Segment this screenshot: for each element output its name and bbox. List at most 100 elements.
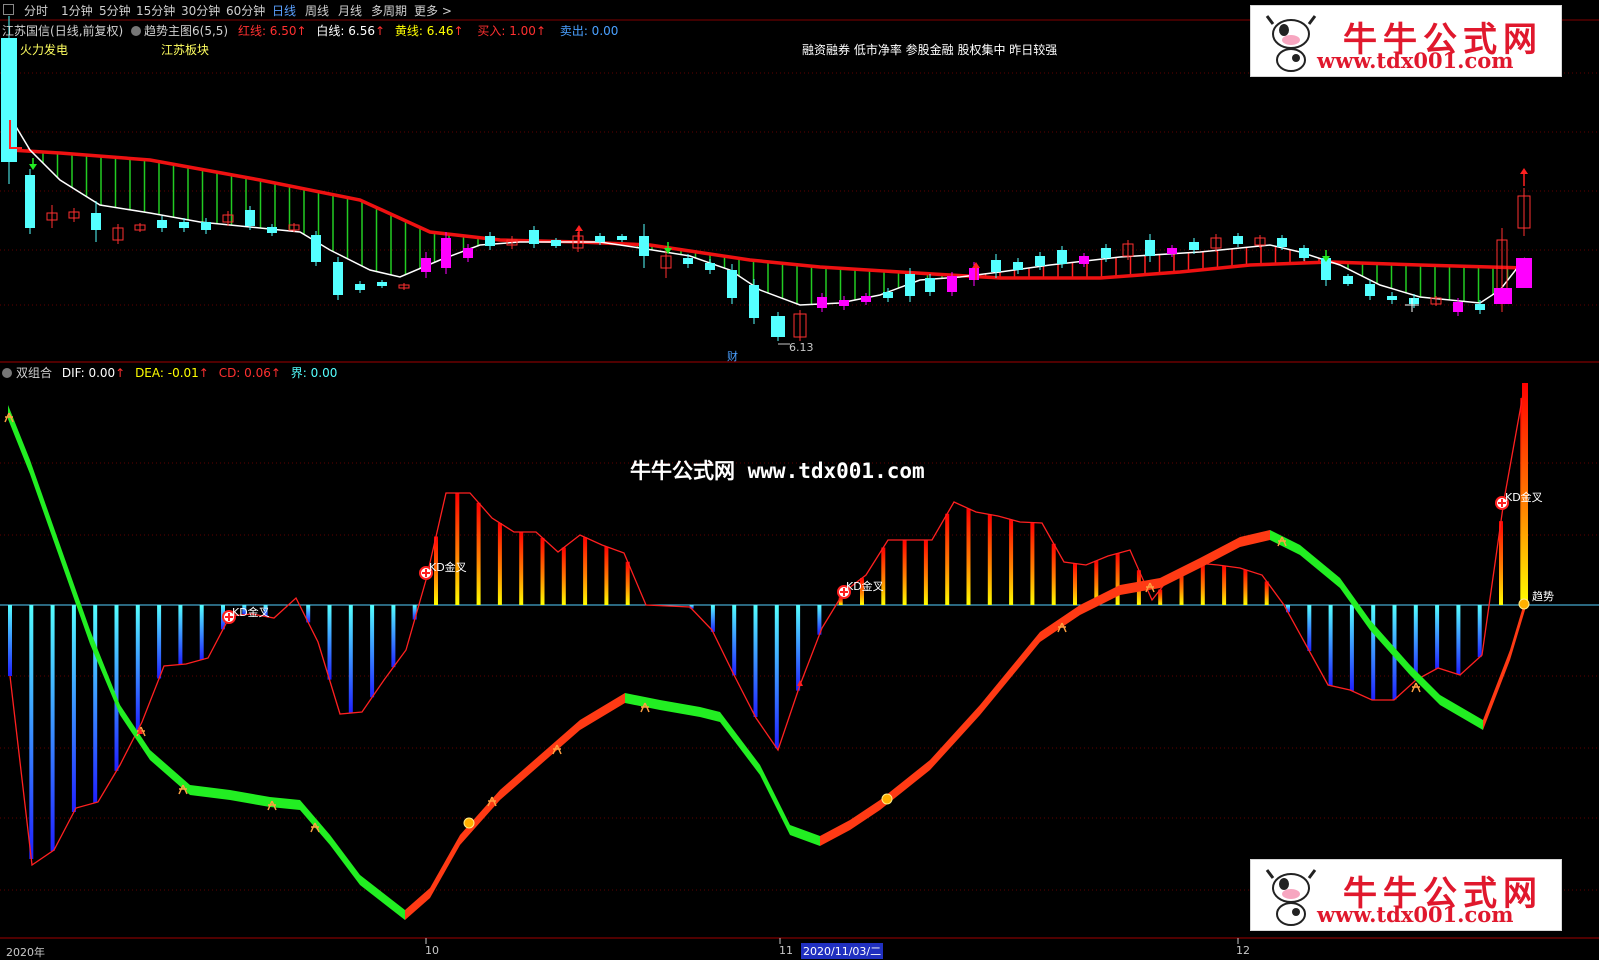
finance-marker[interactable]: 财 bbox=[727, 348, 738, 364]
candle-body bbox=[969, 268, 979, 280]
candle-body bbox=[201, 222, 211, 230]
candle-body bbox=[355, 284, 365, 290]
trend-ribbon bbox=[1080, 585, 1120, 615]
concept-tags-right: 融资融券 低市净率 参股金融 股权集中 昨日较强 bbox=[802, 43, 1058, 57]
cd-bar bbox=[1307, 605, 1312, 651]
trend-ribbon bbox=[660, 700, 700, 717]
candle-body bbox=[91, 213, 101, 230]
candle-body bbox=[705, 263, 715, 270]
cd-bar bbox=[8, 605, 12, 676]
candle-body bbox=[1079, 256, 1089, 264]
trend-ribbon bbox=[230, 790, 270, 807]
candle-body bbox=[817, 297, 827, 308]
sell-value: 卖出: 0.00 bbox=[559, 24, 619, 38]
cd-bar bbox=[561, 547, 566, 605]
candle-body bbox=[1233, 236, 1243, 244]
buy-value: 买入: 1.00 bbox=[477, 24, 536, 38]
cd-bar bbox=[583, 537, 588, 605]
candle-body bbox=[1145, 240, 1155, 256]
trend-ribbon bbox=[1370, 620, 1410, 675]
cd-bar bbox=[753, 605, 758, 718]
trend-ribbon bbox=[720, 712, 760, 775]
candle-body bbox=[1277, 238, 1287, 247]
candle-body bbox=[771, 316, 785, 337]
dea-value: DEA: -0.01 bbox=[135, 366, 199, 380]
coin-icon bbox=[1518, 598, 1530, 610]
trend-ribbon bbox=[330, 835, 360, 885]
candle-body bbox=[25, 175, 35, 228]
cd-value: CD: 0.06 bbox=[218, 366, 271, 380]
trend-ribbon bbox=[1440, 695, 1483, 730]
kd-cross-label: KD金叉 bbox=[232, 606, 270, 619]
candle-body bbox=[905, 274, 915, 296]
cd-bar bbox=[881, 547, 886, 605]
cd-bar bbox=[1264, 581, 1269, 605]
trend-ribbon bbox=[1040, 605, 1080, 642]
lower-indicator-name[interactable]: 双组合 bbox=[16, 366, 52, 380]
xaxis-nov: 11 bbox=[779, 944, 793, 957]
stock-name[interactable]: 江苏国信 bbox=[2, 24, 50, 38]
trend-ribbon bbox=[360, 875, 405, 920]
trend-ribbon bbox=[460, 790, 500, 845]
cd-bar bbox=[370, 605, 375, 698]
cd-bar bbox=[476, 502, 481, 605]
upper-info-bar: 江苏国信(日线,前复权) 趋势主图6(5,5) 红线: 6.50↑ 白线: 6.… bbox=[2, 24, 619, 38]
cd-bar bbox=[796, 605, 801, 691]
candle-body bbox=[1365, 284, 1375, 296]
trend-ribbon bbox=[760, 765, 790, 835]
cd-bar bbox=[199, 605, 204, 660]
cd-bar bbox=[902, 540, 907, 605]
trend-label: 趋势 bbox=[1532, 590, 1554, 603]
candle-body bbox=[727, 270, 737, 298]
cd-bar bbox=[1009, 519, 1014, 605]
candle-body bbox=[925, 278, 935, 292]
candle-body bbox=[179, 222, 189, 228]
cd-bar bbox=[1349, 605, 1354, 691]
xaxis-year: 2020年 bbox=[6, 946, 45, 959]
candle-body bbox=[1343, 276, 1353, 284]
buy-arrow-icon bbox=[1520, 168, 1528, 174]
candle-body bbox=[1387, 296, 1397, 300]
cd-bar bbox=[1371, 605, 1376, 700]
candle-body bbox=[157, 220, 167, 228]
candle-body bbox=[1299, 248, 1309, 258]
candle-body bbox=[529, 230, 539, 244]
candle-body bbox=[683, 258, 693, 264]
indicator-settings-icon[interactable] bbox=[131, 26, 142, 36]
cd-bar bbox=[1073, 563, 1077, 605]
candle-body bbox=[421, 258, 431, 272]
candle-body bbox=[1494, 288, 1512, 304]
site-logo: 牛牛公式网 www.tdx001.com bbox=[1250, 859, 1562, 931]
dif-value: DIF: 0.00 bbox=[61, 366, 116, 380]
cd-bar bbox=[1477, 605, 1482, 658]
buy-arrow-icon bbox=[575, 225, 583, 231]
site-logo: 牛牛公式网 www.tdx001.com bbox=[1250, 5, 1562, 77]
candle-body bbox=[311, 235, 321, 262]
candle-body bbox=[991, 260, 1001, 272]
candle-body bbox=[1101, 248, 1111, 258]
indicator-settings-icon[interactable] bbox=[2, 368, 12, 378]
concept-tag-power: 火力发电 bbox=[20, 43, 69, 57]
trend-ribbon bbox=[500, 755, 540, 800]
chart-mode: (日线,前复权) bbox=[50, 24, 124, 38]
indicator-name[interactable]: 趋势主图6(5,5) bbox=[144, 24, 228, 38]
cd-bar bbox=[1051, 543, 1056, 605]
candle-body bbox=[639, 236, 649, 256]
cd-bar bbox=[1030, 522, 1035, 605]
trend-ribbon bbox=[1200, 537, 1240, 568]
trend-ribbon bbox=[1240, 530, 1270, 547]
runner-icon bbox=[1411, 682, 1421, 693]
candle-body bbox=[463, 248, 473, 258]
cd-bar bbox=[945, 513, 950, 605]
red-line-value: 红线: 6.50 bbox=[237, 24, 297, 38]
candle-body bbox=[1516, 258, 1532, 288]
candle-body bbox=[947, 276, 957, 292]
cd-bar bbox=[455, 493, 460, 605]
xaxis-oct: 10 bbox=[425, 944, 439, 957]
trend-ribbon bbox=[1483, 650, 1510, 730]
candle-body bbox=[333, 262, 343, 295]
watermark: 牛牛公式网 www.tdx001.com bbox=[630, 459, 925, 483]
cd-bar bbox=[50, 605, 55, 851]
cd-bar bbox=[1456, 605, 1461, 675]
candle-body bbox=[1189, 242, 1199, 250]
